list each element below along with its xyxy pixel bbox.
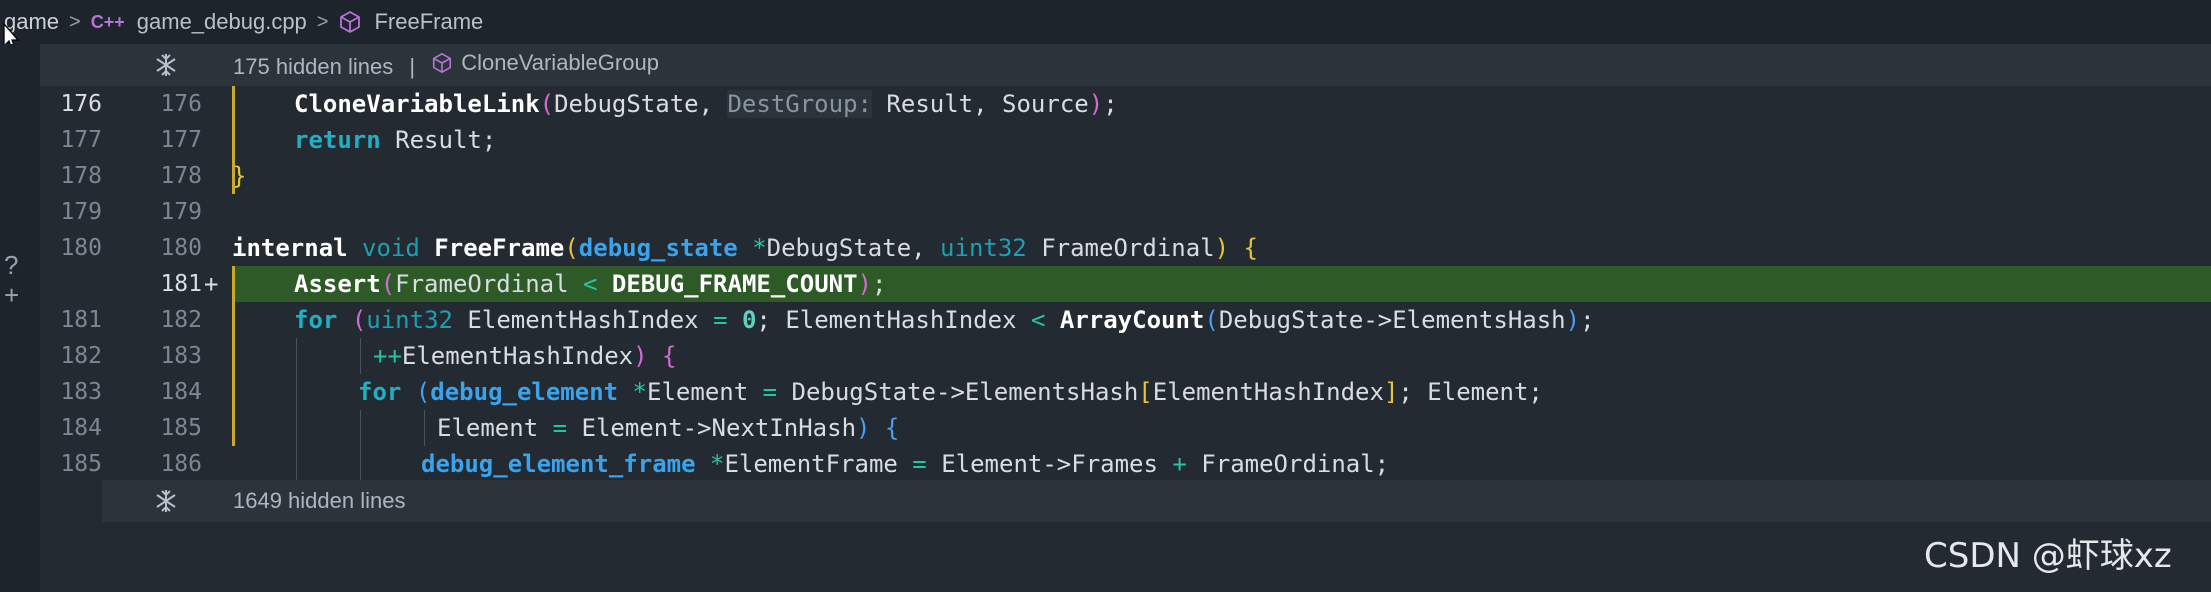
code-line: 181 182 for (uint32 ElementHashIndex = 0… xyxy=(0,302,2211,338)
modified-marker xyxy=(232,302,235,338)
old-line-number: 178 xyxy=(60,163,102,189)
new-line-number: 181 xyxy=(160,271,202,297)
old-line-number: 183 xyxy=(60,379,102,405)
code-text: for (debug_element *Element = DebugState… xyxy=(358,378,1543,406)
code-line: 185 186 debug_element_frame *ElementFram… xyxy=(0,446,2211,482)
old-line-number: 179 xyxy=(60,199,102,225)
chevron-right-icon: > xyxy=(69,10,81,33)
chevron-right-icon: > xyxy=(316,10,329,33)
cpp-file-icon: C++ xyxy=(90,11,125,32)
code-line: 179 179 xyxy=(0,194,2211,230)
indent-guide xyxy=(296,374,297,410)
modified-marker xyxy=(232,374,235,410)
modified-marker xyxy=(232,122,235,158)
code-text: internal void FreeFrame(debug_state *Deb… xyxy=(232,234,1258,262)
old-line-number: 185 xyxy=(60,451,102,477)
new-line-number: 178 xyxy=(160,163,202,189)
hidden-lines-fold-top[interactable]: 175 hidden lines | CloneVariableGroup xyxy=(40,44,2211,86)
new-line-number: 179 xyxy=(160,199,202,225)
modified-marker xyxy=(232,410,235,446)
code-text: for (uint32 ElementHashIndex = 0; Elemen… xyxy=(294,306,1595,334)
code-text: ++ElementHashIndex) { xyxy=(373,342,677,370)
code-text: return Result; xyxy=(294,126,497,154)
old-line-number: 180 xyxy=(60,235,102,261)
watermark: CSDN @虾球xz xyxy=(1924,536,2172,576)
code-text: debug_element_frame *ElementFrame = Elem… xyxy=(421,450,1390,478)
method-cube-icon xyxy=(433,53,452,73)
code-line: 182 183 ++ElementHashIndex) { xyxy=(0,338,2211,374)
hidden-lines-label: 175 hidden lines xyxy=(233,54,394,79)
hidden-lines-label: 1649 hidden lines xyxy=(233,488,406,513)
old-line-number: 181 xyxy=(60,307,102,333)
indent-guide xyxy=(360,446,361,482)
method-cube-icon xyxy=(340,11,361,33)
new-line-number: 177 xyxy=(160,127,202,153)
parameter-inlay-hint: DestGroup: xyxy=(727,90,872,118)
code-line: 183 184 for (debug_element *Element = De… xyxy=(0,374,2211,410)
indent-guide xyxy=(296,338,297,374)
indent-guide xyxy=(296,410,297,446)
unfold-icon[interactable] xyxy=(153,52,179,78)
code-text: Assert(FrameOrdinal < DEBUG_FRAME_COUNT)… xyxy=(294,270,887,298)
indent-guide xyxy=(424,410,425,446)
indent-guide xyxy=(360,338,361,374)
indent-guide xyxy=(296,446,297,482)
breadcrumb-symbol[interactable]: FreeFrame xyxy=(374,9,483,35)
old-line-number xyxy=(40,266,102,302)
old-line-number: 182 xyxy=(60,343,102,369)
added-line-marker: + xyxy=(204,270,219,298)
modified-marker xyxy=(232,86,235,122)
modified-marker xyxy=(232,338,235,374)
hidden-lines-fold-bottom[interactable]: 1649 hidden lines xyxy=(102,480,2211,522)
code-text: Element = Element->NextInHash) { xyxy=(437,414,900,442)
code-line: 184 185 Element = Element->NextInHash) { xyxy=(0,410,2211,446)
new-line-number: 185 xyxy=(160,415,202,441)
new-line-number: 183 xyxy=(160,343,202,369)
new-line-number: 186 xyxy=(160,451,202,477)
code-line: 180 180 internal void FreeFrame(debug_st… xyxy=(0,230,2211,266)
code-line: 178 178 } xyxy=(0,158,2211,194)
old-line-number: 176 xyxy=(60,91,102,117)
new-line-number: 180 xyxy=(160,235,202,261)
fold-symbol-label: CloneVariableGroup xyxy=(461,50,659,75)
code-line-added: 181 + Assert(FrameOrdinal < DEBUG_FRAME_… xyxy=(0,266,2211,302)
separator: | xyxy=(409,54,416,79)
breadcrumb-file[interactable]: game_debug.cpp xyxy=(137,9,307,35)
code-text: } xyxy=(232,162,247,190)
new-line-number: 176 xyxy=(160,91,202,117)
old-line-number: 184 xyxy=(60,415,102,441)
code-line: 176 176 CloneVariableLink(DebugState, De… xyxy=(0,86,2211,122)
modified-marker xyxy=(232,266,235,302)
code-text: CloneVariableLink(DebugState, DestGroup:… xyxy=(294,90,1118,118)
unfold-icon[interactable] xyxy=(153,488,179,514)
new-line-number: 182 xyxy=(160,307,202,333)
new-line-number: 184 xyxy=(160,379,202,405)
code-line: 177 177 return Result; xyxy=(0,122,2211,158)
old-line-number: 177 xyxy=(60,127,102,153)
breadcrumb: game > C++ game_debug.cpp > FreeFrame xyxy=(0,0,2211,44)
indent-guide xyxy=(360,410,361,446)
